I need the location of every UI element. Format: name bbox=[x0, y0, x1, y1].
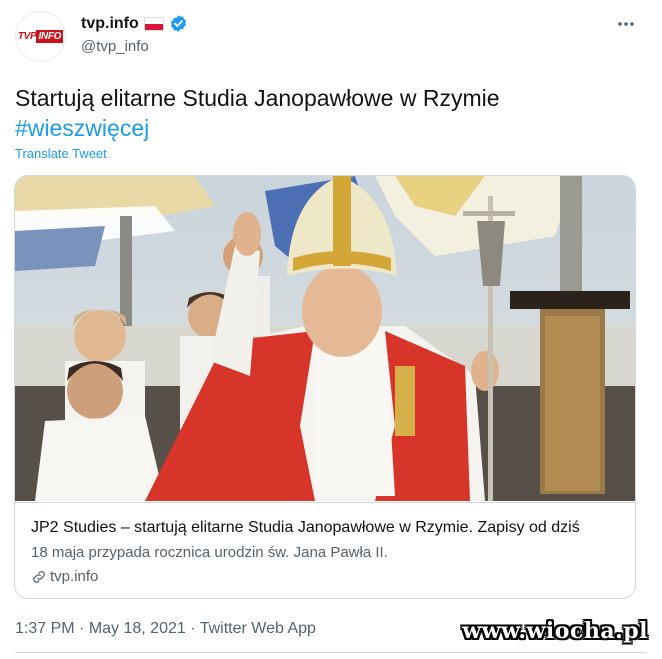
tweet-body: Startują elitarne Studia Janopawłowe w R… bbox=[15, 85, 500, 111]
tweet-text: Startują elitarne Studia Janopawłowe w R… bbox=[15, 83, 635, 143]
link-icon bbox=[33, 570, 45, 583]
name-row: tvp.info bbox=[81, 14, 188, 33]
logo-left: TVP bbox=[17, 31, 37, 42]
tweet-metadata: 1:37 PM · May 18, 2021 · Twitter Web App bbox=[15, 620, 316, 638]
more-options-icon[interactable] bbox=[616, 14, 636, 40]
divider bbox=[15, 652, 647, 653]
card-description: 18 maja przypada rocznica urodzin św. Ja… bbox=[31, 544, 388, 561]
user-handle[interactable]: @tvp_info bbox=[81, 38, 149, 55]
tweet-date[interactable]: May 18, 2021 bbox=[89, 620, 186, 637]
watermark: www.wiocha.pl bbox=[462, 618, 648, 644]
tweet-time[interactable]: 1:37 PM bbox=[15, 620, 75, 637]
card-body[interactable]: JP2 Studies – startują elitarne Studia J… bbox=[15, 502, 635, 598]
logo-right: INFO bbox=[36, 30, 64, 43]
card-domain-text: tvp.info bbox=[50, 568, 99, 585]
avatar[interactable]: TVP INFO bbox=[15, 11, 66, 62]
translate-tweet-link[interactable]: Translate Tweet bbox=[15, 146, 107, 161]
verified-badge-icon bbox=[170, 15, 186, 32]
poland-flag-icon bbox=[143, 16, 164, 31]
card-image[interactable] bbox=[15, 176, 635, 501]
card-domain[interactable]: tvp.info bbox=[31, 568, 98, 585]
card-title[interactable]: JP2 Studies – startują elitarne Studia J… bbox=[31, 519, 580, 537]
tweet-source[interactable]: Twitter Web App bbox=[200, 620, 316, 637]
display-name[interactable]: tvp.info bbox=[81, 15, 139, 33]
tvp-info-logo: TVP INFO bbox=[17, 30, 64, 44]
tweet: TVP INFO tvp.info @tvp_info Startują elit… bbox=[0, 0, 662, 659]
link-card[interactable]: JP2 Studies – startują elitarne Studia J… bbox=[14, 175, 636, 599]
meta-separator: · bbox=[74, 620, 89, 637]
meta-separator: · bbox=[185, 620, 200, 637]
hashtag-link[interactable]: #wieszwięcej bbox=[15, 113, 635, 143]
